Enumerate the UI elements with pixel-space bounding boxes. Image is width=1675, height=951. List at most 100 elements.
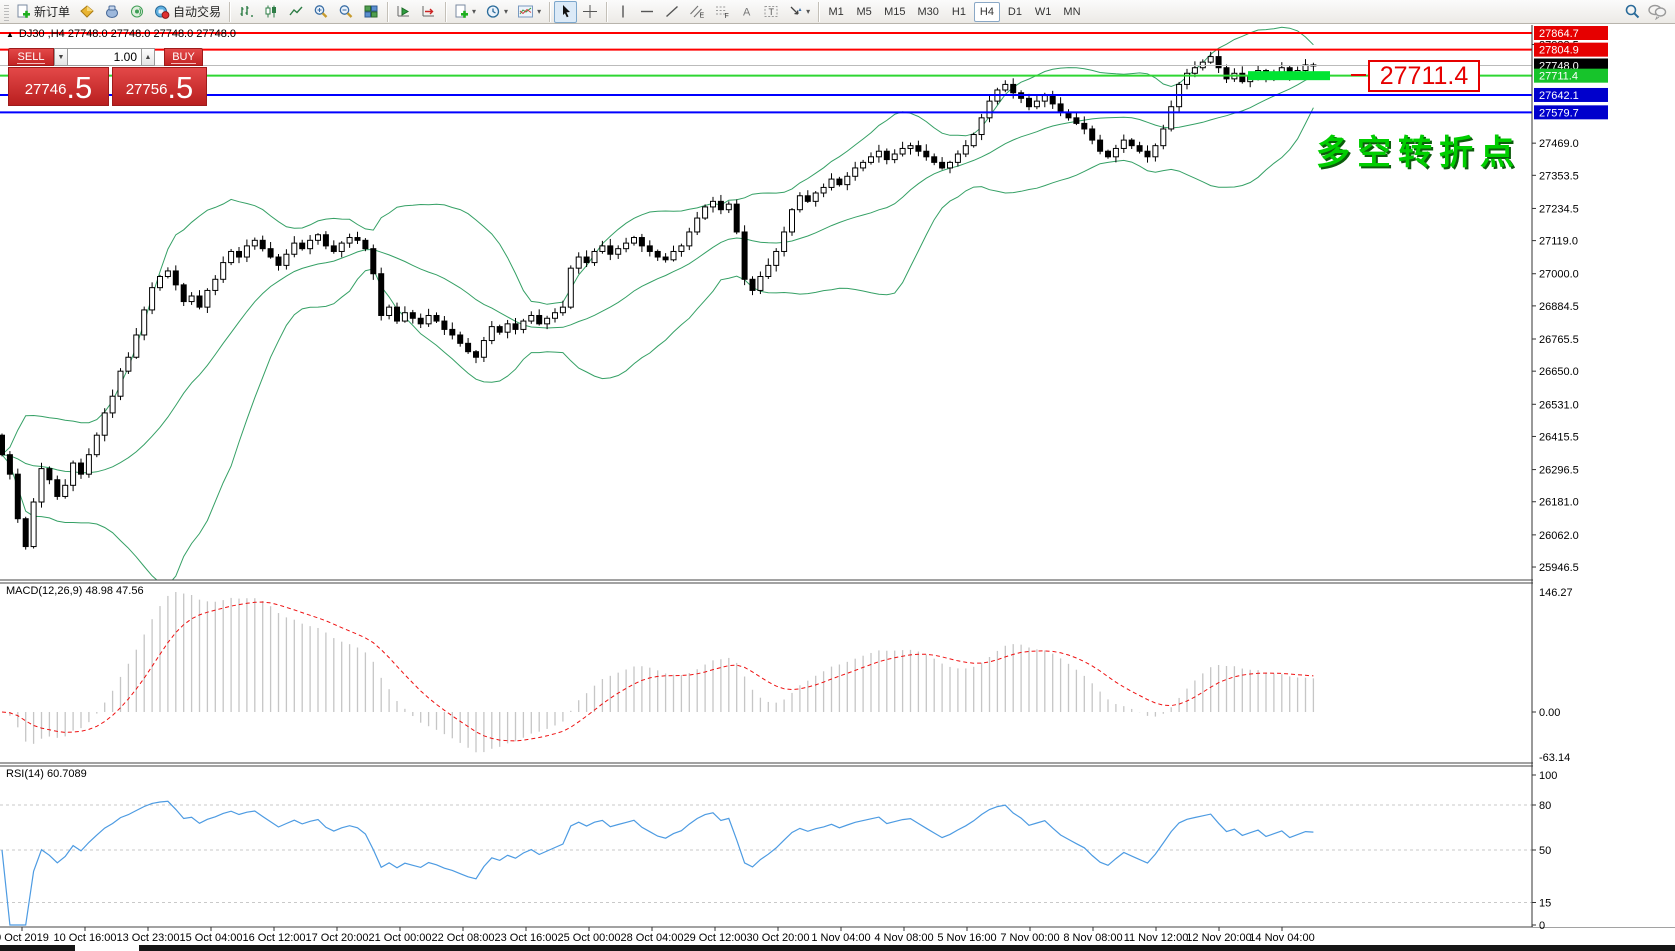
- timeframe-H4[interactable]: H4: [973, 1, 1000, 22]
- svg-text:26884.5: 26884.5: [1539, 301, 1579, 313]
- line-chart-type-button[interactable]: [284, 1, 308, 23]
- autotrade-button[interactable]: 自动交易: [150, 1, 225, 23]
- timeframe-D1[interactable]: D1: [1002, 2, 1028, 22]
- svg-text:1 Nov 04:00: 1 Nov 04:00: [811, 932, 870, 944]
- dropdown-caret-icon: ▾: [472, 7, 477, 16]
- svg-text:E: E: [700, 13, 705, 20]
- svg-text:F: F: [725, 13, 729, 19]
- price-callout-label[interactable]: 27711.4: [1368, 60, 1480, 92]
- alerts-button[interactable]: [125, 1, 149, 23]
- candlestick-chart-type-button[interactable]: [259, 1, 283, 23]
- svg-text:13 Oct 23:00: 13 Oct 23:00: [117, 932, 180, 944]
- new-order-menu-button[interactable]: ▾: [450, 1, 480, 23]
- volume-increase-button[interactable]: ▲: [141, 48, 155, 66]
- volume-decrease-button[interactable]: ▼: [54, 48, 68, 66]
- timeframe-M30[interactable]: M30: [913, 2, 944, 22]
- separator: [606, 1, 608, 22]
- separator: [818, 1, 820, 22]
- chat-icon[interactable]: [1647, 3, 1667, 20]
- volume-input[interactable]: [68, 48, 141, 66]
- timeframe-H1[interactable]: H1: [946, 2, 972, 22]
- scrollbar-gap[interactable]: [75, 945, 139, 951]
- period-menu-button[interactable]: ▾: [481, 1, 512, 23]
- chart-profiles-button[interactable]: [100, 1, 124, 23]
- cursor-icon: [562, 5, 570, 18]
- crosshair-icon: [583, 5, 598, 18]
- svg-text:16 Oct 12:00: 16 Oct 12:00: [243, 932, 306, 944]
- indicators-menu-button[interactable]: ▾: [513, 1, 545, 23]
- macd-indicator-label: MACD(12,26,9) 48.98 47.56: [6, 585, 144, 597]
- sell-button-label: SELL: [16, 50, 46, 64]
- svg-text:146.27: 146.27: [1539, 587, 1573, 599]
- zoom-in-button[interactable]: [309, 1, 333, 23]
- text-icon: A: [743, 7, 751, 19]
- svg-text:9 Oct 2019: 9 Oct 2019: [0, 932, 49, 944]
- bar-chart-icon: [240, 6, 254, 17]
- tile-windows-button[interactable]: [359, 1, 383, 23]
- toolbar: 新订单 自动交易 ▾ ▾ ▾ E F A T ▾ M1 M5 M15 M30 H…: [0, 0, 1675, 24]
- sell-price-pips: .5: [66, 70, 93, 105]
- svg-text:0: 0: [1539, 920, 1545, 932]
- timeframe-W1[interactable]: W1: [1030, 2, 1057, 22]
- fibonacci-tool-button[interactable]: F: [710, 1, 734, 23]
- equidistant-channel-tool-button[interactable]: E: [685, 1, 709, 23]
- timeframe-M5[interactable]: M5: [851, 2, 877, 22]
- svg-text:26531.0: 26531.0: [1539, 399, 1579, 411]
- auto-scroll-button[interactable]: [392, 1, 416, 23]
- tile-windows-icon: [364, 5, 378, 18]
- bar-chart-type-button[interactable]: [234, 1, 258, 23]
- svg-text:26415.5: 26415.5: [1539, 431, 1579, 443]
- zoom-out-button[interactable]: [334, 1, 358, 23]
- new-order-button[interactable]: 新订单: [12, 1, 74, 23]
- arrows-menu-button[interactable]: ▾: [784, 1, 814, 23]
- fibonacci-icon: F: [716, 6, 729, 19]
- svg-text:50: 50: [1539, 845, 1551, 857]
- buy-button[interactable]: BUY: [164, 48, 203, 66]
- autotrade-label: 自动交易: [173, 5, 222, 19]
- svg-text:25 Oct 00:00: 25 Oct 00:00: [558, 932, 621, 944]
- horizontal-line-tool-button[interactable]: [635, 1, 659, 23]
- chart-note-text[interactable]: 多空转折点: [1316, 125, 1521, 174]
- text-tool-button[interactable]: A: [735, 1, 758, 23]
- clock-icon: [486, 5, 500, 18]
- svg-text:21 Oct 00:00: 21 Oct 00:00: [369, 932, 432, 944]
- trendline-tool-button[interactable]: [660, 1, 684, 23]
- timeframe-M15[interactable]: M15: [879, 2, 910, 22]
- svg-text:T: T: [769, 7, 775, 17]
- svg-text:80: 80: [1539, 800, 1551, 812]
- text-label-tool-button[interactable]: T: [759, 1, 783, 23]
- search-icon[interactable]: [1624, 3, 1641, 20]
- svg-text:15 Oct 04:00: 15 Oct 04:00: [180, 932, 243, 944]
- svg-text:12 Nov 20:00: 12 Nov 20:00: [1186, 932, 1251, 944]
- buy-price-box[interactable]: 27756.5: [112, 67, 207, 106]
- toolbar-grip[interactable]: [4, 2, 9, 21]
- zoom-in-icon: [314, 5, 328, 18]
- sell-button[interactable]: SELL: [8, 48, 54, 66]
- svg-text:A: A: [743, 7, 751, 19]
- profiles-icon: [106, 5, 119, 18]
- market-watch-button[interactable]: [75, 1, 99, 23]
- text-label-icon: T: [764, 6, 778, 17]
- collapse-marker-icon[interactable]: ▲: [6, 30, 14, 39]
- sell-price-main: 27746: [24, 81, 67, 98]
- buy-price-pips: .5: [167, 70, 194, 105]
- new-order-menu-icon: [455, 4, 469, 18]
- crosshair-tool-button[interactable]: [578, 1, 602, 23]
- sell-price-box[interactable]: 27746.5: [8, 67, 109, 106]
- chart-title-text: DJ30 ,H4 27748.0 27748.0 27748.0 27748.0: [18, 28, 237, 40]
- dropdown-caret-icon: ▾: [504, 7, 509, 16]
- svg-text:30 Oct 20:00: 30 Oct 20:00: [747, 932, 810, 944]
- timeframe-M1[interactable]: M1: [823, 2, 849, 22]
- bottom-window-edge: [0, 945, 1675, 951]
- zoom-out-icon: [339, 5, 353, 18]
- autotrade-icon: [155, 5, 170, 19]
- cursor-tool-button[interactable]: [554, 0, 578, 23]
- gold-diamond-icon: [80, 5, 94, 18]
- svg-text:27804.9: 27804.9: [1539, 45, 1579, 57]
- svg-text:27000.0: 27000.0: [1539, 269, 1579, 281]
- chart-shift-button[interactable]: [417, 1, 441, 23]
- svg-text:27711.4: 27711.4: [1539, 71, 1578, 83]
- separator: [387, 1, 389, 22]
- vertical-line-tool-button[interactable]: [611, 1, 634, 23]
- timeframe-MN[interactable]: MN: [1058, 2, 1085, 22]
